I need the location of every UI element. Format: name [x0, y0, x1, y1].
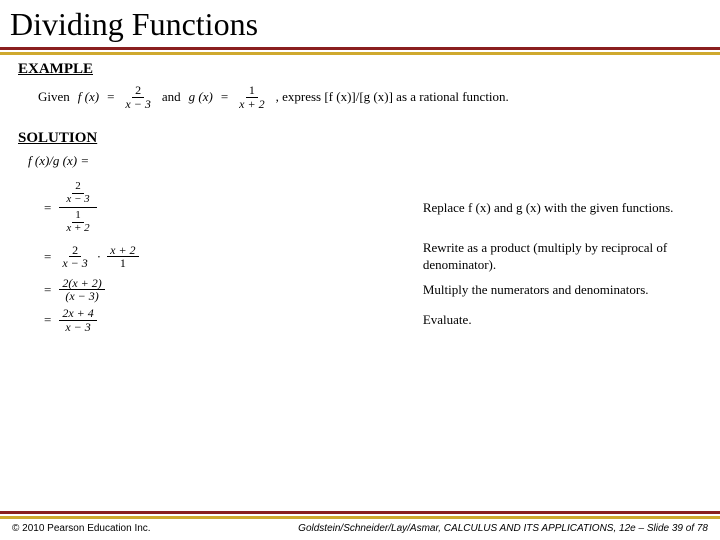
- slide-title: Dividing Functions: [0, 0, 720, 47]
- step-row: = 2x + 4 x − 3 Evaluate.: [44, 307, 702, 333]
- step-math: = 2 x − 3 1 x + 2: [44, 179, 423, 236]
- den: 1: [117, 257, 129, 270]
- step-row: = 2(x + 2) (x − 3) Multiply the numerato…: [44, 277, 702, 303]
- step-math: = 2(x + 2) (x − 3): [44, 277, 423, 303]
- equals-icon: =: [44, 282, 51, 298]
- den: x − 3: [63, 194, 92, 206]
- solution-heading: SOLUTION: [18, 130, 702, 147]
- g-fraction: 1 x + 2: [236, 84, 267, 110]
- example-heading: EXAMPLE: [18, 61, 702, 78]
- given-line: Given f (x) = 2 x − 3 and g (x) = 1 x + …: [18, 84, 702, 110]
- num: 2(x + 2): [59, 277, 104, 291]
- f-lhs: f (x): [78, 89, 99, 105]
- frac: 2(x + 2) (x − 3): [59, 277, 104, 303]
- solution-section: SOLUTION f (x)/g (x) = = 2 x − 3 1: [0, 124, 720, 343]
- and-word: and: [162, 89, 181, 105]
- footer: © 2010 Pearson Education Inc. Goldstein/…: [0, 511, 720, 540]
- footer-divider: [0, 511, 720, 519]
- complex-fraction: 2 x − 3 1 x + 2: [59, 179, 96, 236]
- num: 2x + 4: [59, 307, 96, 321]
- equals-icon: =: [44, 249, 51, 265]
- steps-container: = 2 x − 3 1 x + 2: [18, 179, 702, 333]
- f-den: x − 3: [122, 98, 153, 111]
- den: x − 3: [59, 257, 90, 270]
- step-math: = 2 x − 3 · x + 2 1: [44, 244, 423, 270]
- equals-icon: =: [44, 200, 51, 216]
- den: (x − 3): [62, 290, 101, 303]
- g-den: x + 2: [236, 98, 267, 111]
- example-section: EXAMPLE Given f (x) = 2 x − 3 and g (x) …: [0, 55, 720, 124]
- equals-2: =: [221, 89, 228, 105]
- dot-icon: ·: [95, 249, 103, 265]
- step-description: Replace f (x) and g (x) with the given f…: [423, 200, 702, 216]
- footer-row: © 2010 Pearson Education Inc. Goldstein/…: [0, 519, 720, 540]
- step-row: = 2 x − 3 1 x + 2: [44, 179, 702, 236]
- copyright-text: © 2010 Pearson Education Inc.: [12, 523, 151, 534]
- num: x + 2: [107, 244, 138, 258]
- inner-frac-bot: 1 x + 2: [63, 210, 92, 234]
- num: 2: [72, 181, 84, 194]
- equals-1: =: [107, 89, 114, 105]
- citation-text: Goldstein/Schneider/Lay/Asmar, CALCULUS …: [298, 523, 708, 534]
- solution-expression: f (x)/g (x) =: [18, 153, 702, 169]
- f-num: 2: [132, 84, 144, 98]
- num: 2: [69, 244, 81, 258]
- frac: 2x + 4 x − 3: [59, 307, 96, 333]
- frac-b: x + 2 1: [107, 244, 138, 270]
- den: x − 3: [62, 321, 93, 334]
- g-lhs: g (x): [189, 89, 213, 105]
- inner-frac-top: 2 x − 3: [63, 181, 92, 205]
- given-word: Given: [38, 89, 70, 105]
- title-divider: [0, 47, 720, 55]
- equals-icon: =: [44, 312, 51, 328]
- step-description: Rewrite as a product (multiply by recipr…: [423, 240, 702, 273]
- step-math: = 2x + 4 x − 3: [44, 307, 423, 333]
- den: x + 2: [63, 223, 92, 235]
- step-row: = 2 x − 3 · x + 2 1 Rewrite as a product…: [44, 240, 702, 273]
- g-num: 1: [246, 84, 258, 98]
- frac-a: 2 x − 3: [59, 244, 90, 270]
- given-tail: , express [f (x)]/[g (x)] as a rational …: [276, 89, 509, 105]
- step-description: Evaluate.: [423, 312, 702, 328]
- num: 1: [72, 210, 84, 223]
- step-description: Multiply the numerators and denominators…: [423, 282, 702, 298]
- f-fraction: 2 x − 3: [122, 84, 153, 110]
